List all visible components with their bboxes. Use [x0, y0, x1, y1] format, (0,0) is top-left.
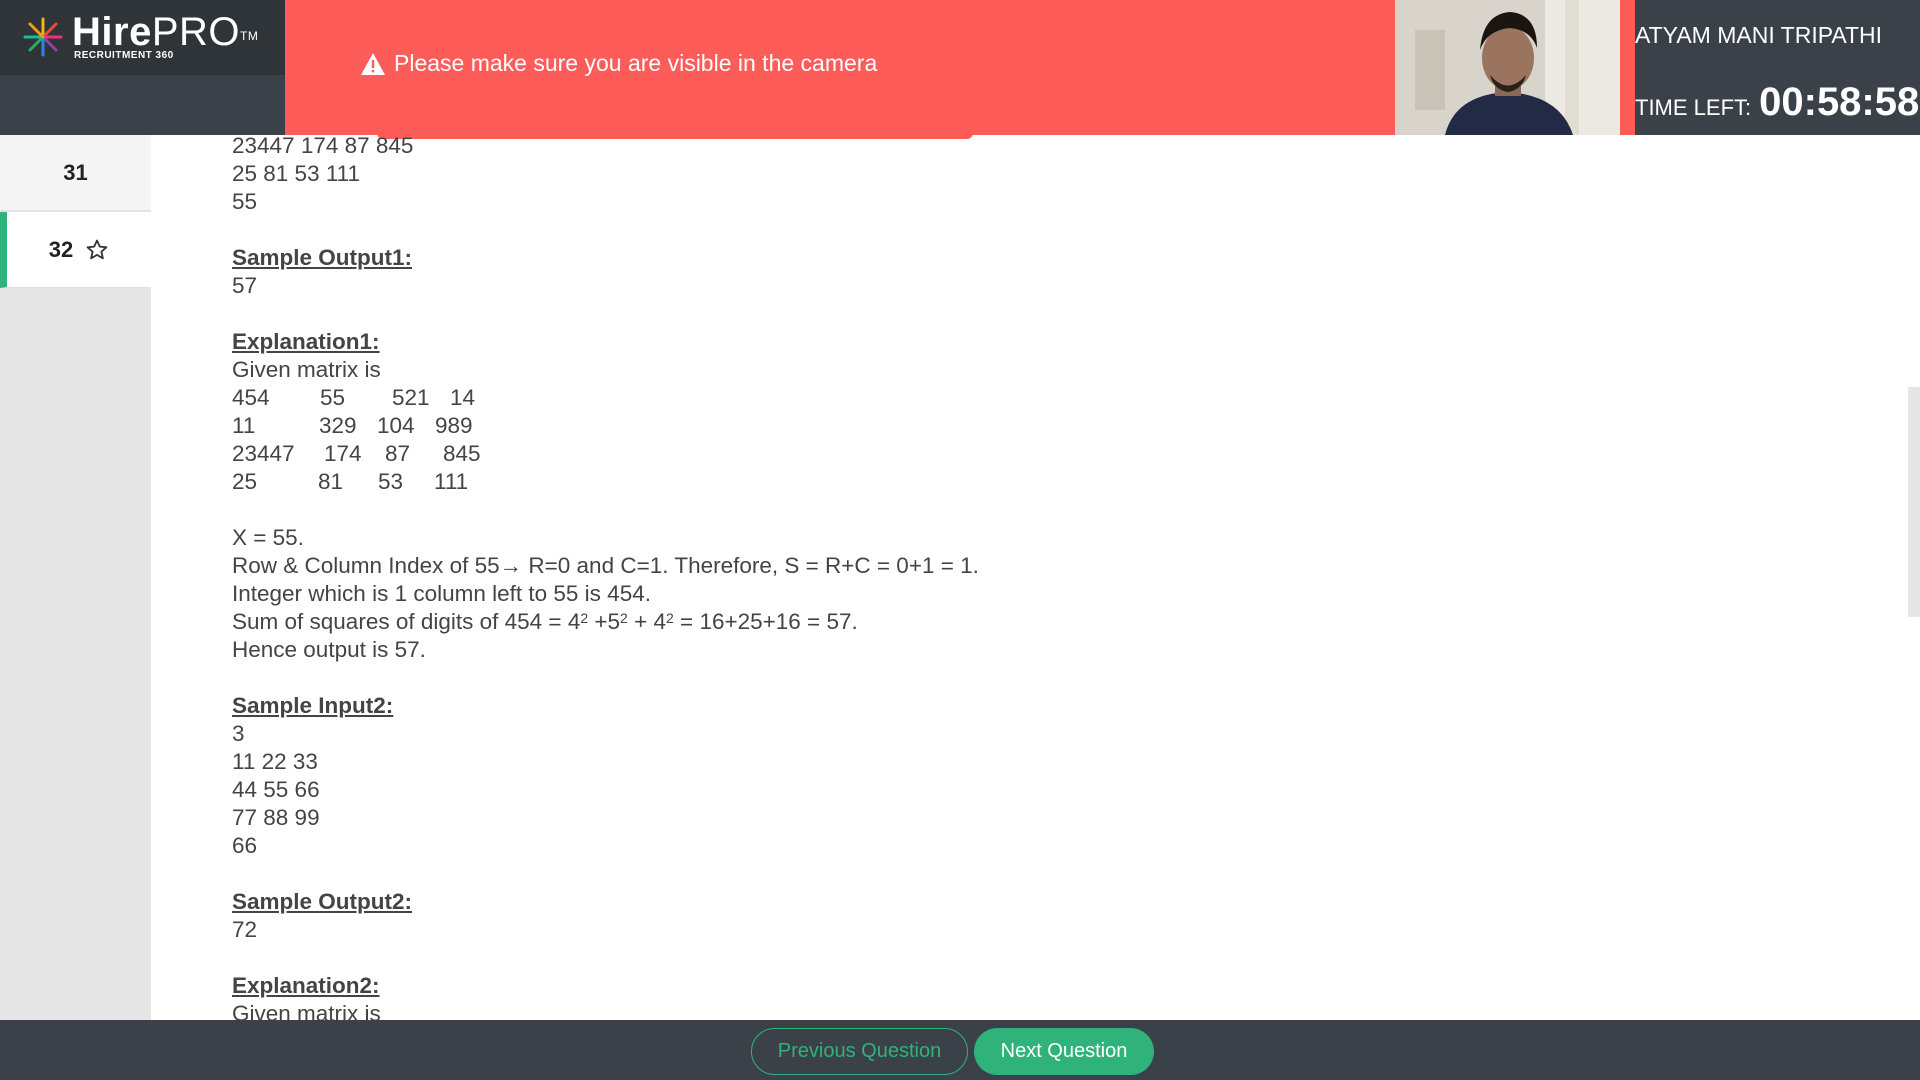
explanation2-heading: Explanation2:	[232, 973, 380, 998]
matrix-cell: 11	[232, 413, 256, 438]
index-line: Row & Column Index of 55→ R=0 and C=1. T…	[232, 553, 979, 578]
sample-input2-heading: Sample Input2:	[232, 693, 394, 718]
explanation1-heading: Explanation1:	[232, 329, 380, 354]
question-number: 31	[63, 159, 88, 185]
matrix-cell: 845	[443, 441, 481, 466]
input-line: 55	[232, 189, 258, 214]
question-sidebar: 31 32	[0, 135, 151, 1020]
time-left-label: TIME LEFT:	[1635, 95, 1752, 120]
sample-output2-heading: Sample Output2:	[232, 889, 413, 914]
question-number: 32	[48, 236, 74, 262]
logo-wordmark: HirePROTM	[72, 10, 259, 54]
left-column-line: Integer which is 1 column left to 55 is …	[232, 581, 651, 606]
star-outline-icon[interactable]	[85, 238, 109, 262]
warning-triangle-icon	[361, 52, 385, 75]
matrix-row: 11 329 104 989	[232, 412, 1872, 440]
input-line: 3	[232, 721, 245, 746]
explanation1-intro: Given matrix is	[232, 357, 381, 382]
matrix-cell: 14	[450, 385, 476, 410]
logo-burst-icon	[23, 17, 63, 57]
camera-alert-banner: Please make sure you are visible in the …	[285, 0, 1395, 135]
input-line: 77 88 99	[232, 805, 320, 830]
matrix-row: 23447 174 87 845	[232, 440, 1872, 468]
sample-output1-heading: Sample Output1:	[232, 245, 413, 270]
sum-squares-line: Sum of squares of digits of 454 = 42 +52…	[232, 609, 858, 634]
matrix-cell: 81	[318, 469, 344, 494]
question-nav-item-31[interactable]: 31	[0, 135, 151, 211]
time-left-value: 00:58:58	[1759, 80, 1920, 124]
x-line: X = 55.	[232, 525, 304, 550]
candidate-panel: ATYAM MANI TRIPATHI TIME LEFT: 00:58:58	[1635, 0, 1920, 135]
sample-output2-value: 72	[232, 917, 258, 942]
matrix-cell: 989	[435, 413, 473, 438]
matrix-cell: 53	[378, 469, 404, 494]
matrix-cell: 111	[434, 469, 469, 494]
logo: HirePROTM RECRUITMENT 360	[0, 0, 285, 75]
next-question-button[interactable]: Next Question	[974, 1028, 1154, 1075]
explanation2-intro: Given matrix is	[232, 1001, 381, 1020]
question-nav-item-32[interactable]: 32	[0, 212, 151, 288]
webcam-border	[1620, 0, 1635, 135]
sample-output1-value: 57	[232, 273, 258, 298]
logo-subtitle: RECRUITMENT 360	[74, 50, 174, 61]
timer: TIME LEFT: 00:58:58	[1635, 80, 1919, 125]
input-line: 44 55 66	[232, 777, 320, 802]
matrix-cell: 104	[377, 413, 415, 438]
matrix-cell: 329	[319, 413, 357, 438]
previous-question-button[interactable]: Previous Question	[751, 1028, 968, 1075]
webcam-feed-image	[1395, 0, 1620, 135]
matrix-cell: 174	[324, 441, 362, 466]
question-content: 23447 174 87 845 25 81 53 111 55 Sample …	[232, 132, 1872, 1020]
webcam-preview	[1395, 0, 1620, 135]
matrix-cell: 23447	[232, 441, 295, 466]
input-line: 25 81 53 111	[232, 161, 361, 186]
candidate-name: ATYAM MANI TRIPATHI	[1635, 22, 1883, 48]
matrix-row: 25 81 53 111	[232, 468, 1872, 496]
input-line: 23447 174 87 845	[232, 133, 414, 158]
alert-message: Please make sure you are visible in the …	[394, 50, 878, 76]
matrix-cell: 25	[232, 469, 258, 494]
input-line: 11 22 33	[232, 749, 318, 774]
matrix-cell: 454	[232, 385, 270, 410]
matrix-cell: 87	[385, 441, 411, 466]
matrix-cell: 521	[392, 385, 430, 410]
input-line: 66	[232, 833, 258, 858]
matrix-cell: 55	[320, 385, 346, 410]
hence-line: Hence output is 57.	[232, 637, 426, 662]
matrix-row: 454 55 521 14	[232, 384, 1872, 412]
content-scrollbar[interactable]	[1908, 387, 1920, 617]
